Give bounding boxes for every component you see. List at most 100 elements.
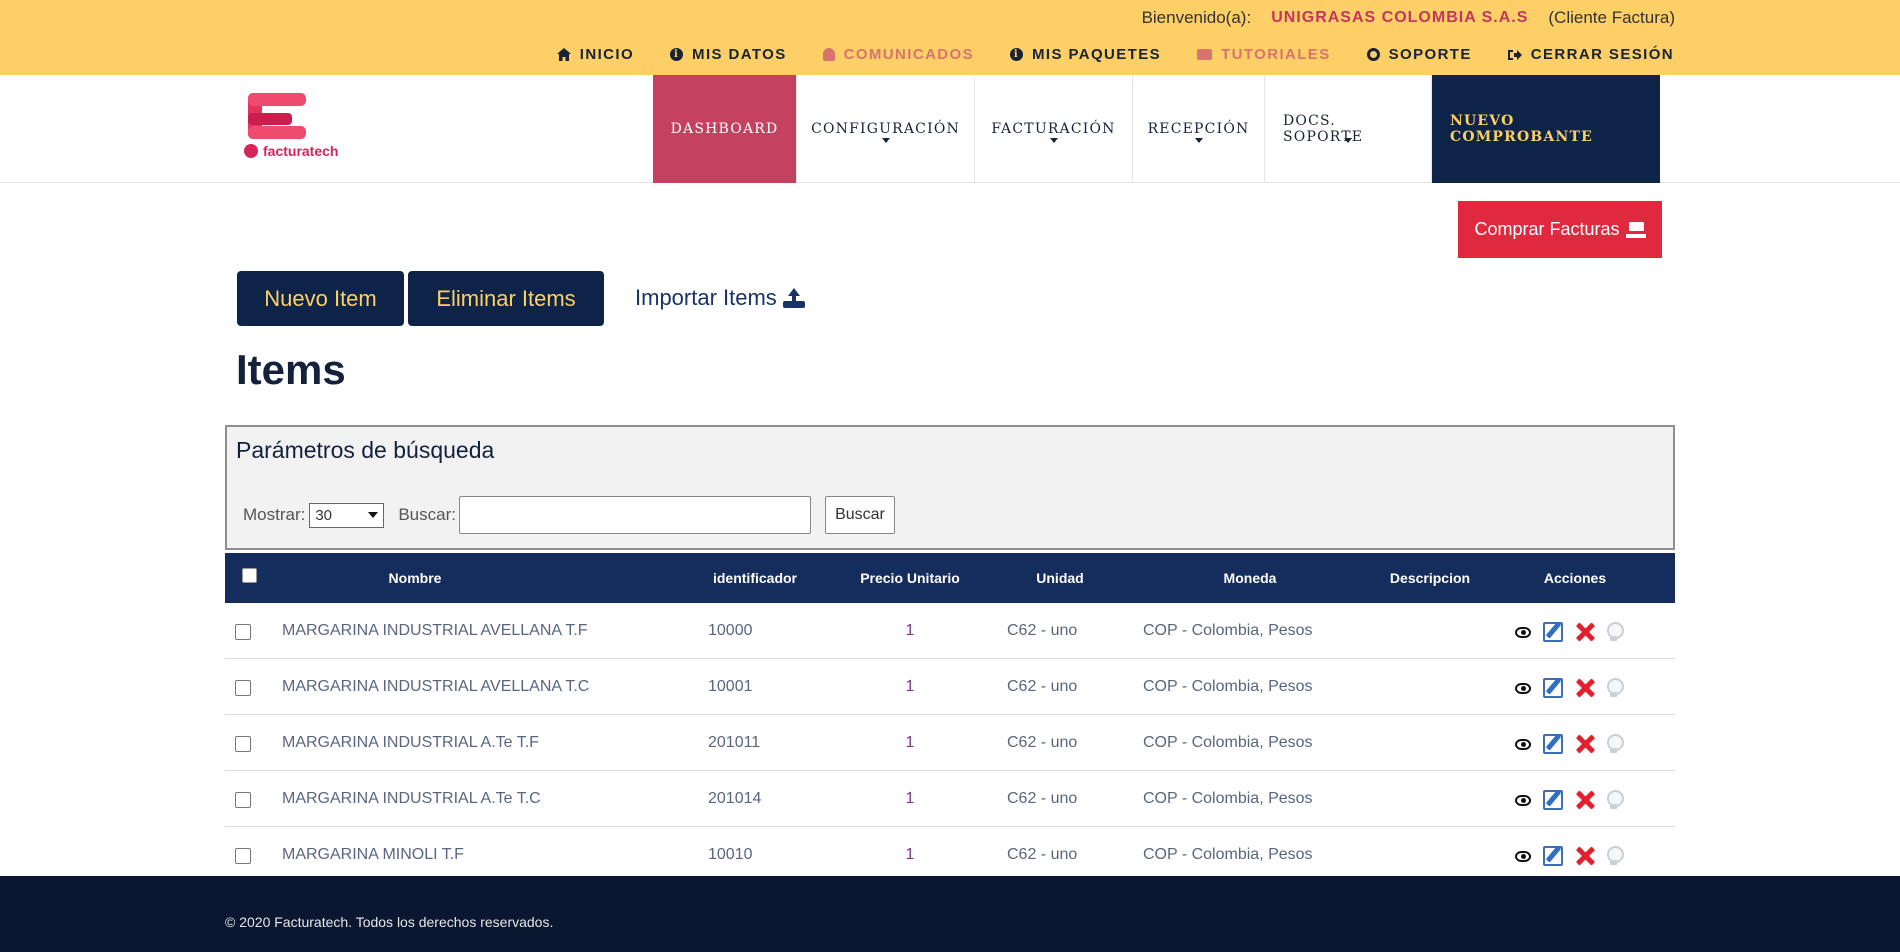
brand-dot-icon	[244, 144, 258, 158]
nav-docs-soporte[interactable]: DOCS. SOPORTE	[1264, 75, 1431, 183]
row-checkbox[interactable]	[235, 848, 251, 864]
top-nav-cerrar-sesion[interactable]: CERRAR SESIÓN	[1507, 46, 1674, 63]
table-row: MARGARINA INDUSTRIAL AVELLANA T.F 10000 …	[225, 603, 1675, 659]
cell-moneda: COP - Colombia, Pesos	[1143, 622, 1313, 639]
cell-identificador: 10001	[708, 678, 753, 695]
lightbulb-icon[interactable]	[1607, 790, 1624, 810]
top-nav-label: MIS PAQUETES	[1032, 46, 1162, 63]
select-all-checkbox[interactable]	[242, 568, 257, 583]
chevron-down-icon	[368, 512, 379, 518]
buscar-input[interactable]	[458, 496, 811, 534]
lightbulb-icon[interactable]	[1607, 622, 1624, 642]
nav-label: RECEPCIÓN	[1147, 121, 1250, 137]
company-name[interactable]: UNIGRASAS COLOMBIA S.A.S	[1271, 9, 1528, 27]
view-icon[interactable]	[1515, 682, 1531, 694]
caret-down-icon	[1344, 138, 1352, 143]
row-checkbox[interactable]	[235, 680, 251, 696]
nav-facturacion[interactable]: FACTURACIÓN	[974, 75, 1132, 183]
buscar-button[interactable]: Buscar	[824, 496, 895, 534]
facturatech-logo-mark	[248, 93, 306, 139]
col-precio-unitario[interactable]: Precio Unitario	[835, 553, 985, 603]
top-nav: INICIO i MIS DATOS COMUNICADOS i MIS PAQ…	[556, 46, 1674, 63]
brand: facturatech	[244, 143, 338, 159]
eliminar-items-button[interactable]: Eliminar Items	[408, 271, 604, 326]
cell-nombre: MARGARINA MINOLI T.F	[282, 846, 464, 863]
importar-label: Importar Items	[635, 285, 777, 310]
info-icon: i	[1010, 48, 1024, 61]
top-nav-label: COMUNICADOS	[843, 46, 975, 63]
edit-icon[interactable]	[1543, 622, 1563, 642]
row-checkbox[interactable]	[235, 624, 251, 640]
edit-icon[interactable]	[1543, 790, 1563, 810]
top-nav-label: CERRAR SESIÓN	[1530, 46, 1674, 63]
table-row: MARGARINA INDUSTRIAL AVELLANA T.C 10001 …	[225, 659, 1675, 715]
col-unidad[interactable]: Unidad	[995, 553, 1125, 603]
cell-nombre: MARGARINA INDUSTRIAL A.Te T.F	[282, 734, 539, 751]
top-nav-comunicados[interactable]: COMUNICADOS	[822, 46, 975, 63]
lightbulb-icon[interactable]	[1607, 846, 1624, 866]
page-title: Items	[236, 346, 346, 393]
search-panel: Parámetros de búsqueda Mostrar: 30 Busca…	[225, 425, 1675, 550]
view-icon[interactable]	[1515, 850, 1531, 862]
row-actions	[1515, 790, 1624, 810]
cell-unidad: C62 - uno	[1007, 622, 1078, 639]
top-bar: Bienvenido(a): UNIGRASAS COLOMBIA S.A.S …	[0, 0, 1900, 75]
footer: © 2020 Facturatech. Todos los derechos r…	[0, 876, 1900, 952]
table-row: MARGARINA INDUSTRIAL A.Te T.C 201014 1 C…	[225, 771, 1675, 827]
life-ring-icon	[1366, 48, 1380, 61]
home-icon	[556, 48, 571, 62]
top-nav-label: TUTORIALES	[1221, 46, 1331, 63]
nav-label: CONFIGURACIÓN	[811, 121, 960, 137]
lightbulb-icon[interactable]	[1607, 678, 1624, 698]
nav-recepcion[interactable]: RECEPCIÓN	[1132, 75, 1264, 183]
nuevo-item-button[interactable]: Nuevo Item	[237, 271, 404, 326]
main-header: facturatech DASHBOARD CONFIGURACIÓN FACT…	[0, 75, 1900, 183]
delete-icon[interactable]	[1575, 790, 1595, 810]
col-nombre[interactable]: Nombre	[285, 553, 545, 603]
cell-moneda: COP - Colombia, Pesos	[1143, 846, 1313, 863]
edit-icon[interactable]	[1543, 734, 1563, 754]
view-icon[interactable]	[1515, 626, 1531, 638]
cell-moneda: COP - Colombia, Pesos	[1143, 790, 1313, 807]
buscar-label: Buscar:	[398, 505, 456, 524]
caret-down-icon	[1049, 138, 1058, 143]
caret-down-icon	[881, 138, 890, 143]
delete-icon[interactable]	[1575, 622, 1595, 642]
col-moneda[interactable]: Moneda	[1145, 553, 1355, 603]
nav-dashboard[interactable]: DASHBOARD	[653, 75, 796, 183]
top-nav-label: MIS DATOS	[692, 46, 787, 63]
row-checkbox[interactable]	[235, 736, 251, 752]
comprar-facturas-button[interactable]: Comprar Facturas	[1458, 201, 1662, 258]
delete-icon[interactable]	[1575, 678, 1595, 698]
edit-icon[interactable]	[1543, 678, 1563, 698]
delete-icon[interactable]	[1575, 734, 1595, 754]
nav-nuevo-comprobante[interactable]: NUEVO COMPROBANTE	[1431, 75, 1660, 183]
table-row: MARGARINA MINOLI T.F 10010 1 C62 - uno C…	[225, 827, 1675, 883]
top-nav-soporte[interactable]: SOPORTE	[1366, 46, 1472, 63]
view-icon[interactable]	[1515, 738, 1531, 750]
cell-nombre: MARGARINA INDUSTRIAL A.Te T.C	[282, 790, 541, 807]
row-actions	[1515, 846, 1624, 866]
top-nav-mis-paquetes[interactable]: i MIS PAQUETES	[1010, 46, 1161, 63]
cell-identificador: 201014	[708, 790, 762, 807]
top-nav-tutoriales[interactable]: TUTORIALES	[1197, 46, 1331, 63]
view-icon[interactable]	[1515, 794, 1531, 806]
delete-icon[interactable]	[1575, 846, 1595, 866]
col-descripcion[interactable]: Descripcion	[1355, 553, 1505, 603]
mostrar-select[interactable]: 30	[309, 502, 385, 528]
row-checkbox[interactable]	[235, 792, 251, 808]
top-nav-inicio[interactable]: INICIO	[556, 46, 634, 63]
cell-precio: 1	[905, 622, 915, 639]
top-nav-mis-datos[interactable]: i MIS DATOS	[670, 46, 787, 63]
nav-configuracion[interactable]: CONFIGURACIÓN	[796, 75, 974, 183]
caret-down-icon	[1194, 138, 1203, 143]
importar-items-link[interactable]: Importar Items	[635, 285, 805, 311]
facturatech-logo[interactable]: facturatech	[244, 93, 354, 163]
cell-precio: 1	[905, 846, 915, 863]
edit-icon[interactable]	[1543, 846, 1563, 866]
lightbulb-icon[interactable]	[1607, 734, 1624, 754]
cell-unidad: C62 - uno	[1007, 846, 1078, 863]
cell-unidad: C62 - uno	[1007, 734, 1078, 751]
upload-icon	[782, 288, 805, 308]
col-identificador[interactable]: identificador	[695, 553, 815, 603]
